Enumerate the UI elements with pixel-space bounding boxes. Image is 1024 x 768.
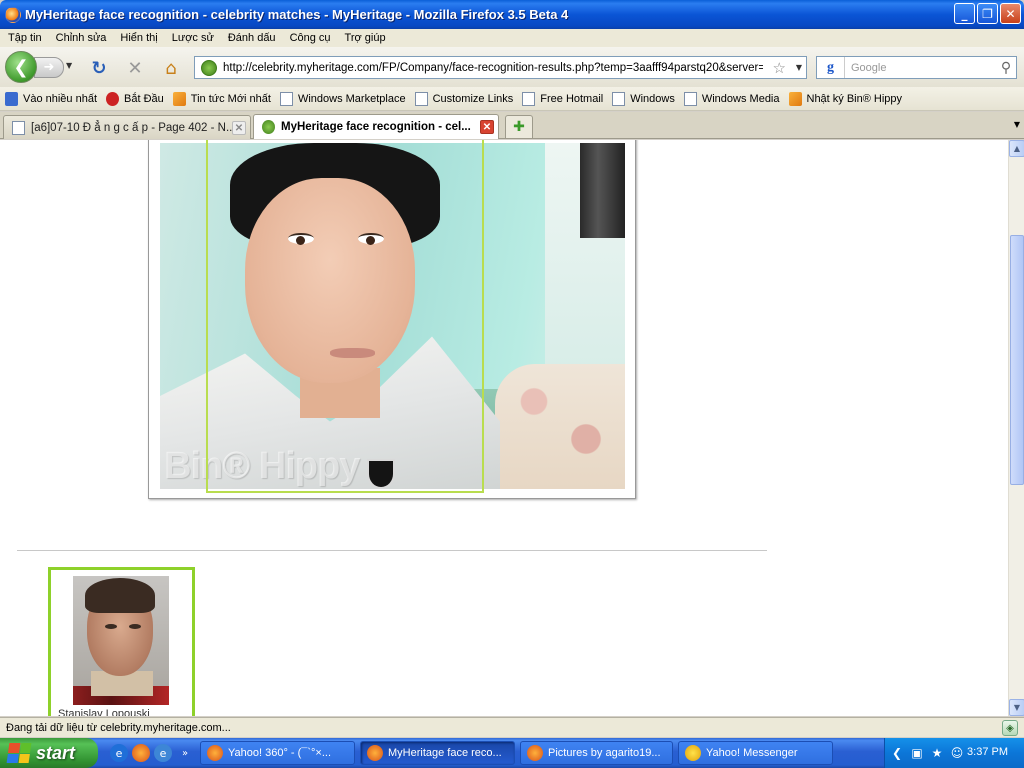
reload-icon[interactable]: ↻	[88, 58, 110, 79]
bookmark-item[interactable]: Nhật ký Bin® Hippy	[787, 91, 910, 106]
vertical-scrollbar[interactable]: ▲ ▼	[1008, 140, 1024, 716]
google-engine-icon[interactable]: g	[817, 57, 845, 78]
menu-bookmarks[interactable]: Đánh dấu	[222, 32, 284, 44]
firefox-icon	[207, 745, 223, 761]
forward-button[interactable]: ➜	[34, 57, 64, 78]
star-icon[interactable]: ★	[929, 745, 945, 761]
stop-icon[interactable]: ✕	[124, 58, 146, 79]
system-tray: ❮ ▣ ★ ☺ 3:37 PM	[884, 738, 1024, 768]
home-icon[interactable]: ⌂	[160, 58, 182, 79]
site-favicon-icon	[201, 59, 217, 76]
bookmark-item[interactable]: Windows Media	[682, 91, 787, 106]
page-icon	[414, 91, 428, 106]
minimize-button[interactable]: _	[954, 3, 975, 24]
security-status-icon[interactable]: ◈	[1002, 720, 1018, 736]
celebrity-photo[interactable]	[73, 576, 169, 705]
url-bar[interactable]: http://celebrity.myheritage.com/FP/Compa…	[194, 56, 807, 79]
windows-taskbar: start e e » Yahoo! 360° - (¯`°×... MyHer…	[0, 738, 1024, 768]
taskbar-item-pictures[interactable]: Pictures by agarito19...	[520, 741, 673, 765]
scroll-up-button[interactable]: ▲	[1009, 140, 1024, 157]
status-text: Đang tải dữ liệu từ celebrity.myheritage…	[6, 721, 231, 734]
bookmark-item[interactable]: Windows Marketplace	[278, 91, 413, 106]
url-text[interactable]: http://celebrity.myheritage.com/FP/Compa…	[223, 62, 763, 74]
page-icon	[279, 91, 293, 106]
rss-icon	[788, 91, 802, 106]
firefox-icon	[5, 6, 21, 23]
search-box[interactable]: g Google ⚲	[816, 56, 1017, 79]
messenger-tray-icon[interactable]: ☺	[949, 745, 965, 761]
ie-quicklaunch-icon[interactable]: e	[154, 744, 172, 762]
window-title: MyHeritage face recognition - celebrity …	[25, 7, 569, 22]
menu-tools[interactable]: Công cụ	[284, 32, 339, 44]
search-input[interactable]: Google	[851, 62, 996, 74]
bookmark-item[interactable]: Customize Links	[413, 91, 521, 106]
yahoo-messenger-icon	[685, 745, 701, 761]
tab-bar: [a6]07-10 Đ ẳ n g c ấ p - Page 402 - N..…	[0, 112, 1024, 139]
bookmark-item[interactable]: Windows	[610, 91, 682, 106]
scroll-down-button[interactable]: ▼	[1009, 699, 1024, 716]
photo-watermark: Bin® Hippy	[164, 445, 360, 487]
maximize-button[interactable]: ❐	[977, 3, 998, 24]
taskbar-item-yahoo360[interactable]: Yahoo! 360° - (¯`°×...	[200, 741, 355, 765]
bookmark-item[interactable]: Free Hotmail	[520, 91, 610, 106]
menu-edit[interactable]: Chỉnh sửa	[50, 32, 115, 44]
quicklaunch-more-icon[interactable]: »	[176, 744, 194, 762]
menu-view[interactable]: Hiển thị	[114, 32, 165, 44]
tab-myheritage[interactable]: MyHeritage face recognition - cel... ✕	[253, 114, 499, 139]
window-title-bar[interactable]: MyHeritage face recognition - celebrity …	[0, 0, 1024, 29]
back-arrow-icon: ❮	[13, 56, 29, 78]
clock[interactable]: 3:37 PM	[967, 746, 1008, 758]
back-button[interactable]: ❮	[5, 51, 37, 83]
windows-logo-icon	[6, 743, 32, 763]
status-bar: Đang tải dữ liệu từ celebrity.myheritage…	[0, 717, 1024, 737]
bookmarks-toolbar: Vào nhiều nhất Bắt Đầu Tin tức Mới nhất …	[0, 87, 1024, 111]
celebrity-name[interactable]: Stanislav Lopouski	[58, 708, 150, 716]
bookmark-item[interactable]: Tin tức Mới nhất	[171, 91, 278, 106]
page-icon	[683, 91, 697, 106]
network-icon[interactable]: ▣	[909, 745, 925, 761]
internet-explorer-icon[interactable]: e	[110, 744, 128, 762]
firefox-icon	[527, 745, 543, 761]
menu-bar: Tập tin Chỉnh sửa Hiển thị Lược sử Đánh …	[0, 29, 1024, 47]
forward-arrow-icon: ➜	[43, 60, 55, 75]
taskbar-item-myheritage[interactable]: MyHeritage face reco...	[360, 741, 515, 765]
tab-forum[interactable]: [a6]07-10 Đ ẳ n g c ấ p - Page 402 - N..…	[3, 115, 251, 139]
taskbar-item-yahoo-messenger[interactable]: Yahoo! Messenger	[678, 741, 833, 765]
page-icon	[522, 91, 536, 106]
page-content: Bin® Hippy Stanislav Lopouski	[0, 140, 1008, 716]
navigation-toolbar: ➜ ❮ ▼ ↻ ✕ ⌂ http://celebrity.myheritage.…	[0, 47, 1024, 87]
tab-close-icon[interactable]: ✕	[232, 121, 246, 135]
rss-icon	[172, 91, 186, 106]
site-favicon-icon	[262, 120, 275, 134]
search-icon[interactable]: ⚲	[996, 60, 1016, 76]
start-button[interactable]: start	[0, 738, 98, 768]
close-button[interactable]: ✕	[1000, 3, 1021, 24]
url-dropdown-icon[interactable]: ▼	[796, 63, 802, 72]
bookmark-item[interactable]: Bắt Đầu	[104, 91, 171, 106]
firefox-icon	[106, 91, 120, 106]
firefox-icon	[367, 745, 383, 761]
tab-close-icon[interactable]: ✕	[480, 120, 494, 134]
bookmark-star-icon[interactable]: ☆	[773, 59, 786, 77]
tray-collapse-icon[interactable]: ❮	[889, 745, 905, 761]
new-tab-button[interactable]: ✚	[505, 115, 533, 139]
uploaded-photo: Bin® Hippy	[160, 143, 625, 489]
menu-file[interactable]: Tập tin	[2, 32, 50, 44]
divider	[17, 550, 767, 551]
uploaded-photo-frame: Bin® Hippy	[148, 140, 636, 499]
menu-history[interactable]: Lược sử	[166, 32, 222, 44]
celebrity-match-card[interactable]: Stanislav Lopouski	[48, 567, 195, 716]
page-icon	[612, 91, 626, 106]
bookmark-item[interactable]: Vào nhiều nhất	[3, 91, 104, 106]
scroll-thumb[interactable]	[1010, 235, 1024, 485]
firefox-quicklaunch-icon[interactable]	[132, 744, 150, 762]
magnifier-icon	[5, 91, 18, 106]
tab-list-dropdown-icon[interactable]: ▼	[1014, 120, 1020, 129]
page-icon	[12, 120, 25, 135]
menu-help[interactable]: Trợ giúp	[339, 32, 394, 44]
history-dropdown-icon[interactable]: ▼	[66, 61, 72, 70]
